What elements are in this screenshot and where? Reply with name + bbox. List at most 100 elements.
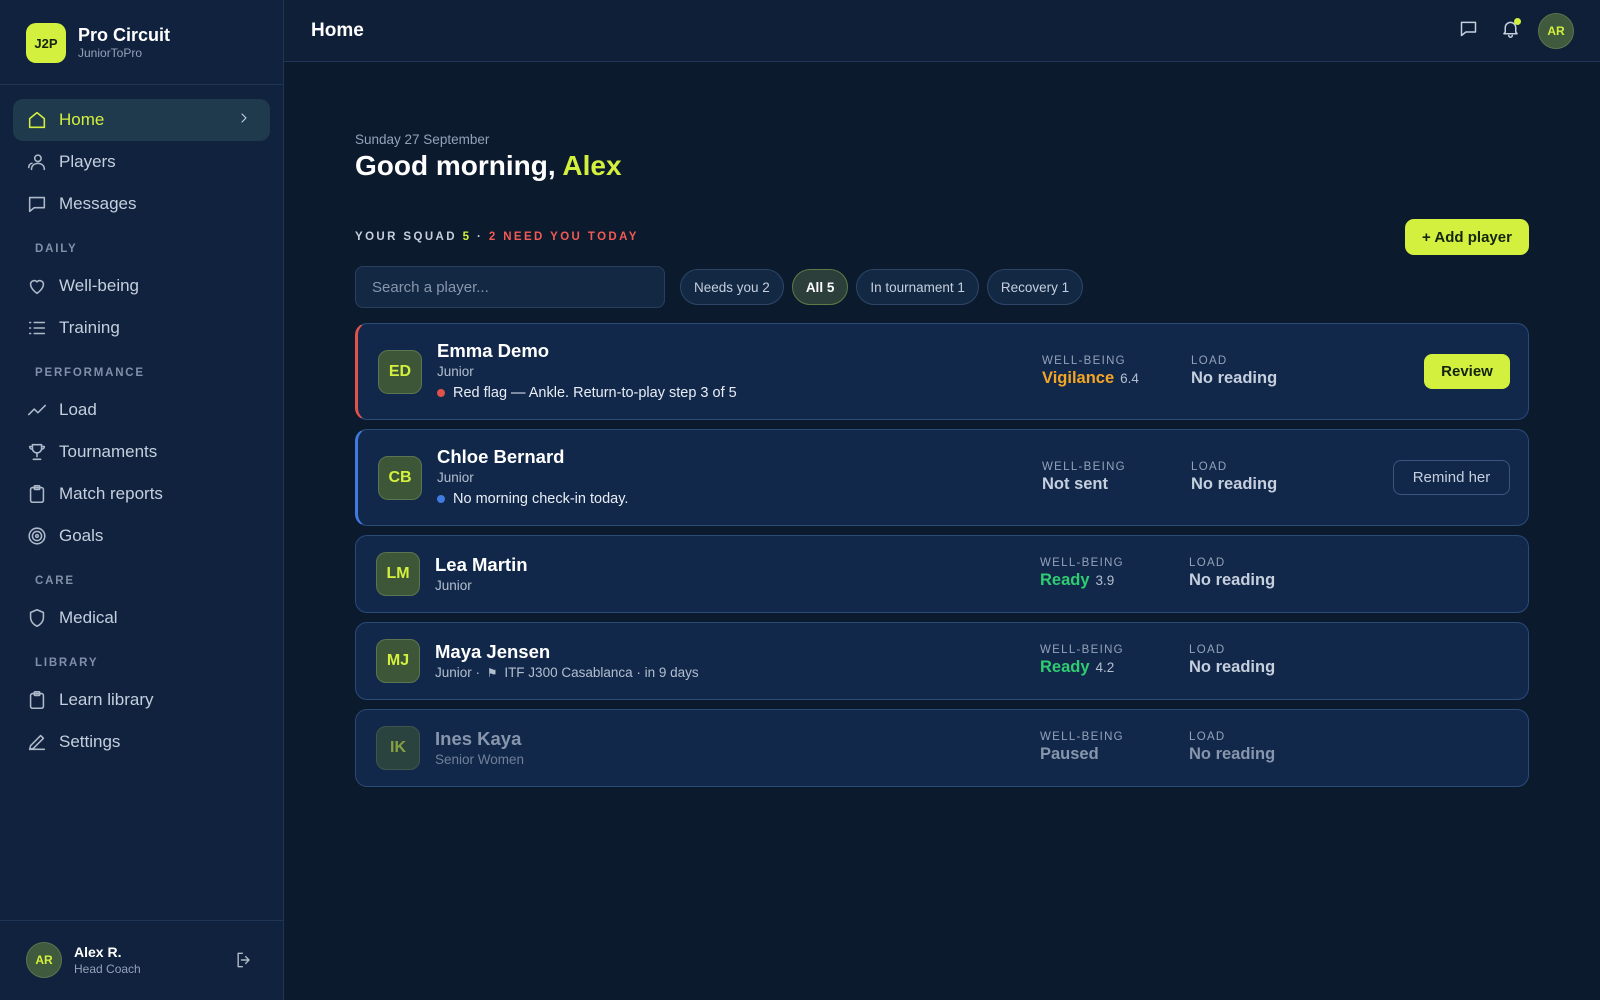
logout-icon[interactable] [234, 950, 256, 972]
add-player-button[interactable]: + Add player [1405, 219, 1529, 255]
sidebar-item-settings[interactable]: Settings [13, 721, 270, 763]
user-profile: AR Alex R. Head Coach [26, 942, 256, 978]
player-info: Emma Demo Junior Red flag — Ankle. Retur… [437, 340, 737, 401]
notification-dot [1514, 18, 1521, 25]
greeting: Good morning, Alex [355, 150, 622, 182]
metric-label: LOAD [1189, 731, 1226, 743]
page-title: Home [311, 20, 364, 41]
filter-needs-you[interactable]: Needs you 2 [680, 269, 784, 305]
metric-row: Ready 3.9 [1040, 571, 1124, 590]
sidebar-item-home[interactable]: Home [13, 99, 270, 141]
notifications-button[interactable] [1492, 13, 1528, 49]
player-card[interactable]: LM Lea Martin Junior WELL-BEING Ready 3.9… [355, 535, 1529, 613]
sidebar-item-label: Home [59, 110, 105, 129]
nav-section-library: LIBRARY [35, 657, 99, 669]
well-being-metric: WELL-BEING Ready 3.9 [1040, 557, 1124, 590]
metric-label: WELL-BEING [1042, 461, 1126, 473]
sidebar-item-goals[interactable]: Goals [13, 515, 270, 557]
top-actions: AR [1450, 13, 1574, 49]
filter-all[interactable]: All 5 [791, 269, 849, 305]
sidebar-item-label: Learn library [59, 690, 154, 709]
target-icon [25, 524, 49, 548]
metric-label: LOAD [1189, 644, 1226, 656]
sidebar-item-well-being[interactable]: Well-being [13, 265, 270, 307]
sidebar-item-label: Tournaments [59, 442, 158, 461]
sidebar-item-label: Medical [59, 608, 118, 627]
greeting-name: Alex [562, 150, 622, 181]
sidebar-item-messages[interactable]: Messages [13, 183, 270, 225]
sidebar-item-medical[interactable]: Medical [13, 597, 270, 639]
metric-row: No reading [1189, 571, 1275, 590]
player-info: Ines Kaya Senior Women [435, 728, 524, 769]
player-category: Senior Women [435, 752, 525, 767]
player-category: Junior [437, 470, 474, 485]
player-name: Emma Demo [437, 340, 550, 361]
greeting-prefix: Good morning, [355, 150, 563, 181]
avatar[interactable]: AR [1538, 13, 1574, 49]
profile-name: Alex R. [74, 944, 122, 960]
metric-label: LOAD [1189, 557, 1226, 569]
date-label: Sunday 27 September [355, 132, 490, 147]
player-card[interactable]: MJ Maya Jensen Junior · ⚑ ITF J300 Casab… [355, 622, 1529, 700]
search-input[interactable] [355, 266, 665, 308]
load-metric: LOAD No reading [1189, 557, 1275, 590]
player-card[interactable]: IK Ines Kaya Senior Women WELL-BEING Pau… [355, 709, 1529, 787]
metric-label: WELL-BEING [1042, 355, 1126, 367]
sidebar-nav: Home Players Messages DAILY Well-being T… [13, 99, 270, 763]
player-card[interactable]: CB Chloe Bernard Junior No morning check… [355, 429, 1529, 526]
messages-button[interactable] [1450, 13, 1486, 49]
filter-chips: Needs you 2 All 5 In tournament 1 Recove… [680, 269, 1091, 305]
player-category: Junior [435, 578, 472, 593]
avatar[interactable]: AR [26, 942, 62, 978]
player-info: Chloe Bernard Junior No morning check-in… [437, 446, 628, 507]
metric-label: WELL-BEING [1040, 731, 1124, 743]
sidebar-divider [0, 920, 283, 921]
brand-logo: J2P [26, 23, 66, 63]
nav-section-performance: PERFORMANCE [35, 367, 145, 379]
well-being-status: Ready [1040, 571, 1090, 589]
metric-label: LOAD [1191, 355, 1228, 367]
well-being-score: 3.9 [1095, 573, 1115, 588]
player-info: Lea Martin Junior [435, 554, 528, 595]
remind-button[interactable]: Remind her [1393, 460, 1510, 495]
metric-row: No reading [1189, 745, 1275, 764]
player-avatar: ED [378, 350, 422, 394]
brand-sub: JuniorToPro [78, 46, 143, 60]
users-icon [25, 150, 49, 174]
sidebar-item-tournaments[interactable]: Tournaments [13, 431, 270, 473]
sidebar-item-load[interactable]: Load [13, 389, 270, 431]
main-content: Sunday 27 September Good morning, Alex Y… [284, 62, 1600, 1000]
clipboard-icon [25, 688, 49, 712]
brand[interactable]: J2P Pro Circuit JuniorToPro [26, 22, 170, 64]
sidebar-item-label: Messages [59, 194, 137, 213]
well-being-status: Not sent [1042, 475, 1108, 493]
well-being-status: Vigilance [1042, 369, 1115, 387]
info-dot [437, 495, 445, 503]
player-info: Maya Jensen Junior · ⚑ ITF J300 Casablan… [435, 641, 699, 682]
metric-row: Vigilance 6.4 [1042, 369, 1139, 388]
player-note: No morning check-in today. [437, 491, 628, 507]
player-card[interactable]: ED Emma Demo Junior Red flag — Ankle. Re… [355, 323, 1529, 420]
trophy-icon [25, 440, 49, 464]
note-text: Red flag — Ankle. Return-to-play step 3 … [453, 385, 737, 401]
sidebar-item-training[interactable]: Training [13, 307, 270, 349]
filter-in-tournament[interactable]: In tournament 1 [856, 269, 979, 305]
player-name: Lea Martin [435, 554, 528, 575]
category-text: Junior · [435, 665, 481, 680]
metric-label: WELL-BEING [1040, 557, 1124, 569]
player-name: Chloe Bernard [437, 446, 565, 467]
metric-row: Not sent [1042, 475, 1126, 494]
sidebar-item-match-reports[interactable]: Match reports [13, 473, 270, 515]
home-icon [25, 108, 49, 132]
filter-recovery[interactable]: Recovery 1 [986, 269, 1084, 305]
player-list: ED Emma Demo Junior Red flag — Ankle. Re… [355, 323, 1529, 796]
well-being-status: Paused [1040, 745, 1099, 763]
need-you-today: 2 NEED YOU TODAY [488, 231, 639, 243]
chevron-right-icon [236, 110, 256, 130]
review-button[interactable]: Review [1424, 354, 1510, 389]
sidebar-item-players[interactable]: Players [13, 141, 270, 183]
shield-icon [25, 606, 49, 630]
sidebar-item-learn-library[interactable]: Learn library [13, 679, 270, 721]
top-bar: Home AR [284, 0, 1600, 62]
metric-label: LOAD [1191, 461, 1228, 473]
